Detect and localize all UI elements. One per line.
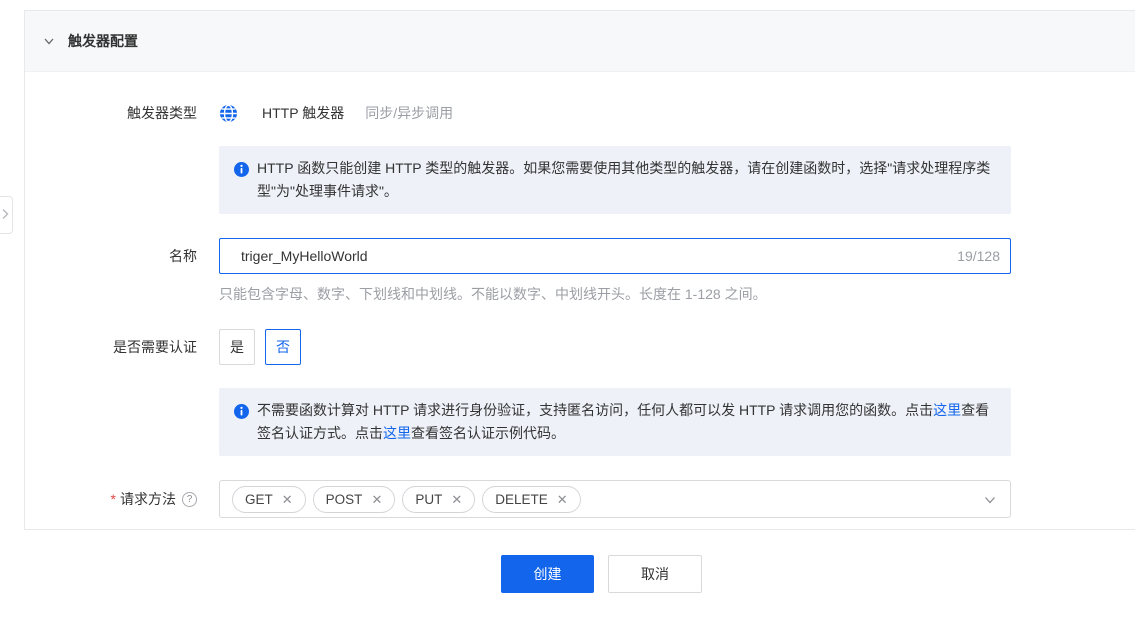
trigger-type-label: 触发器类型	[25, 103, 197, 123]
trigger-type-value: HTTP 触发器	[262, 103, 344, 123]
name-row: 名称 19/128	[25, 238, 1135, 274]
auth-option-yes[interactable]: 是	[219, 329, 255, 365]
globe-icon	[219, 104, 238, 123]
trigger-config-panel: 触发器配置 触发器类型 HTTP 触发器	[24, 10, 1135, 530]
footer-actions: 创建 取消	[501, 555, 702, 593]
required-asterisk: *	[111, 491, 116, 507]
method-tag-put: PUT ✕	[402, 486, 475, 513]
trigger-name-input[interactable]	[219, 238, 1011, 274]
cancel-button[interactable]: 取消	[608, 555, 702, 593]
auth-option-no[interactable]: 否	[265, 329, 301, 365]
method-tag-label: GET	[245, 492, 273, 507]
remove-tag-icon[interactable]: ✕	[282, 493, 293, 506]
remove-tag-icon[interactable]: ✕	[557, 493, 568, 506]
request-methods-label: 请求方法	[120, 489, 176, 509]
method-tag-delete: DELETE ✕	[482, 486, 580, 513]
auth-label: 是否需要认证	[25, 337, 197, 357]
trigger-type-row: 触发器类型 HTTP 触发器 同步/异步调用	[25, 103, 1135, 123]
request-methods-select[interactable]: GET ✕ POST ✕ PUT ✕ DELETE ✕	[219, 480, 1011, 518]
name-label: 名称	[25, 246, 197, 266]
drawer-expand-handle[interactable]	[0, 196, 13, 234]
http-trigger-info-text: HTTP 函数只能创建 HTTP 类型的触发器。如果您需要使用其他类型的触发器，…	[257, 157, 995, 203]
request-methods-row: * 请求方法 ? GET ✕ POST ✕ PUT ✕	[25, 480, 1135, 518]
name-helper-text: 只能包含字母、数字、下划线和中划线。不能以数字、中划线开头。长度在 1-128 …	[219, 284, 1011, 304]
auth-info-segment-3: 查看签名认证示例代码。	[411, 425, 565, 441]
info-icon	[234, 403, 249, 418]
invoke-mode-text: 同步/异步调用	[365, 103, 453, 123]
chevron-right-icon	[1, 208, 9, 223]
auth-info-box: 不需要函数计算对 HTTP 请求进行身份验证，支持匿名访问，任何人都可以发 HT…	[219, 388, 1011, 456]
method-tag-get: GET ✕	[232, 486, 306, 513]
create-button[interactable]: 创建	[501, 555, 594, 593]
auth-info-text: 不需要函数计算对 HTTP 请求进行身份验证，支持匿名访问，任何人都可以发 HT…	[257, 399, 995, 445]
http-trigger-info-box: HTTP 函数只能创建 HTTP 类型的触发器。如果您需要使用其他类型的触发器，…	[219, 146, 1011, 214]
section-header-trigger-config[interactable]: 触发器配置	[25, 11, 1135, 72]
method-tag-post: POST ✕	[313, 486, 396, 513]
help-icon[interactable]: ?	[182, 492, 197, 507]
info-icon	[234, 161, 249, 176]
signature-auth-link[interactable]: 这里	[933, 402, 961, 418]
auth-info-segment-1: 不需要函数计算对 HTTP 请求进行身份验证，支持匿名访问，任何人都可以发 HT…	[257, 402, 933, 418]
remove-tag-icon[interactable]: ✕	[451, 493, 462, 506]
remove-tag-icon[interactable]: ✕	[371, 493, 382, 506]
auth-row: 是否需要认证 是 否	[25, 329, 1135, 365]
section-title: 触发器配置	[68, 31, 138, 51]
method-tag-label: POST	[326, 492, 363, 507]
method-tag-label: PUT	[415, 492, 442, 507]
method-tag-label: DELETE	[495, 492, 548, 507]
signature-sample-link[interactable]: 这里	[383, 425, 411, 441]
chevron-down-icon	[983, 493, 997, 507]
chevron-down-icon	[43, 35, 55, 47]
